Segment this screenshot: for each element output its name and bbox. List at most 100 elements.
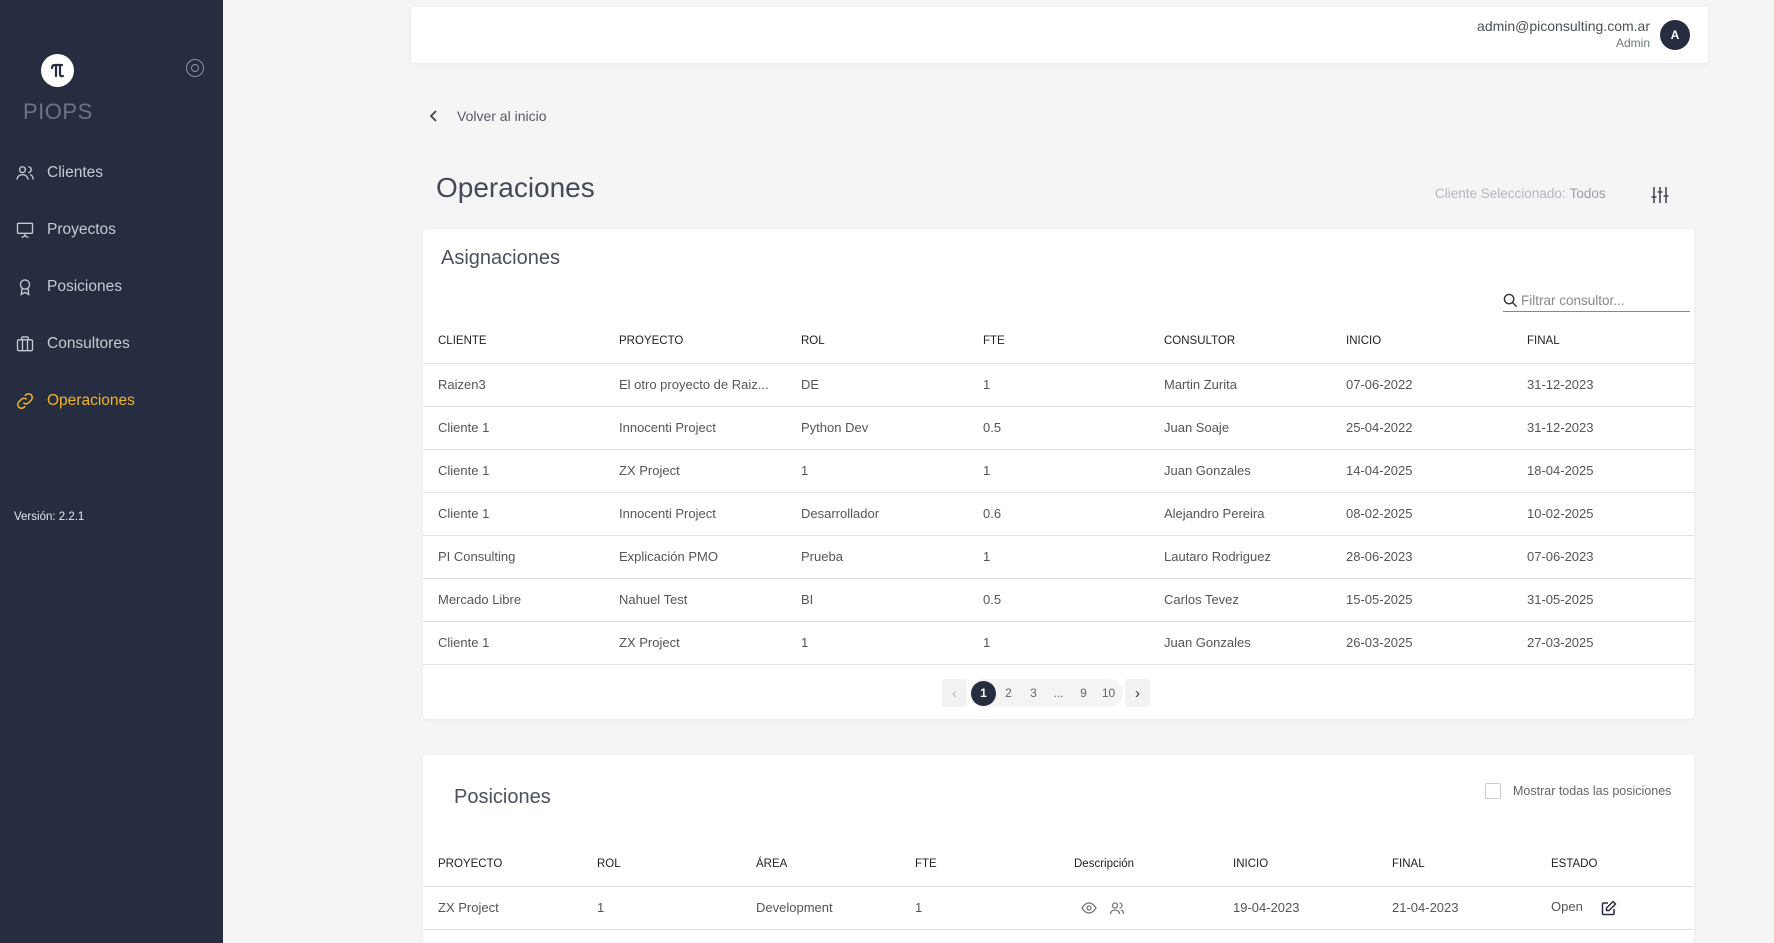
sidebar-item-posiciones[interactable]: Posiciones [0, 258, 223, 315]
cell-inicio: 15-05-2025 [1331, 578, 1512, 622]
cell-consultor: Martin Zurita [1149, 363, 1331, 407]
cell-proyecto: El otro proyecto de Raiz... [604, 363, 786, 407]
sidebar-item-clientes[interactable]: Clientes [0, 144, 223, 201]
cell-fte: 1 [900, 886, 1059, 930]
briefcase-icon [16, 335, 34, 351]
app-version: Versión: 2.2.1 [14, 511, 85, 523]
cell-rol: DE [786, 363, 968, 407]
cell-descripcion [1059, 886, 1218, 930]
cell-proyecto: Innocenti Project [604, 406, 786, 450]
cell-inicio: 19-04-2023 [1218, 886, 1377, 930]
cell-consultor: Juan Gonzales [1149, 621, 1331, 665]
pagination-page-1[interactable]: 1 [971, 680, 996, 706]
cell-rol: Prueba [786, 535, 968, 579]
cell-proyecto: Explicación PMO [604, 535, 786, 579]
pagination-page-9[interactable]: 9 [1071, 681, 1096, 706]
asignaciones-title: Asignaciones [441, 247, 560, 269]
sidebar-item-consultores[interactable]: Consultores [0, 315, 223, 372]
pagination-prev-button[interactable]: ‹ [942, 679, 967, 707]
cell-final: 31-05-2025 [1512, 578, 1694, 622]
cell-rol: 1 [786, 449, 968, 493]
pagination-next-button[interactable]: › [1125, 679, 1150, 707]
logo-icon[interactable] [41, 54, 74, 87]
pagination-pages: 1 2 3 ... 9 10 [969, 679, 1123, 707]
filter-settings-button[interactable] [1649, 184, 1671, 206]
cell-consultor: Lautaro Rodriguez [1149, 535, 1331, 579]
posiciones-table: Proyecto Rol Área FTE Descripción Inicio… [423, 842, 1694, 930]
cell-proyecto: ZX Project [604, 449, 786, 493]
column-header-fte[interactable]: FTE [968, 319, 1149, 364]
column-header-proyecto[interactable]: Proyecto [604, 319, 786, 364]
pagination-ellipsis: ... [1053, 686, 1064, 700]
back-link-label: Volver al inicio [457, 108, 547, 124]
cell-rol: 1 [786, 621, 968, 665]
table-row[interactable]: Cliente 1 Innocenti Project Python Dev 0… [423, 406, 1694, 450]
sidebar-item-operaciones[interactable]: Operaciones [0, 372, 223, 429]
sidebar-item-label: Proyectos [47, 220, 116, 238]
sidebar-item-label: Consultores [47, 334, 130, 352]
show-all-positions-checkbox[interactable] [1485, 783, 1501, 799]
sidebar-item-proyectos[interactable]: Proyectos [0, 201, 223, 258]
top-header: admin@piconsulting.com.ar Admin A [411, 7, 1708, 63]
search-icon [1503, 293, 1518, 308]
cell-inicio: 26-03-2025 [1331, 621, 1512, 665]
column-header-fte[interactable]: FTE [900, 842, 1059, 887]
table-header-row: Proyecto Rol Área FTE Descripción Inicio… [423, 842, 1694, 887]
cell-fte: 1 [968, 621, 1149, 665]
cell-rol: BI [786, 578, 968, 622]
table-row[interactable]: Cliente 1 ZX Project 1 1 Juan Gonzales 1… [423, 449, 1694, 493]
eye-icon[interactable] [1081, 900, 1097, 916]
pagination-page-3[interactable]: 3 [1021, 681, 1046, 706]
pagination-page-10[interactable]: 10 [1096, 681, 1121, 706]
column-header-estado[interactable]: Estado [1536, 842, 1694, 887]
column-header-proyecto[interactable]: Proyecto [423, 842, 582, 887]
cell-area: Development [741, 886, 900, 930]
cell-final: 10-02-2025 [1512, 492, 1694, 536]
table-row[interactable]: Cliente 1 Innocenti Project Desarrollado… [423, 492, 1694, 536]
column-header-inicio[interactable]: Inicio [1331, 319, 1512, 364]
chevron-left-icon [429, 110, 437, 122]
cell-inicio: 08-02-2025 [1331, 492, 1512, 536]
asignaciones-card: Asignaciones Cliente Proyecto Rol FTE Co… [423, 229, 1694, 719]
sidebar-toggle-button[interactable] [186, 59, 204, 77]
award-icon [19, 278, 31, 296]
show-all-positions-label: Mostrar todas las posiciones [1513, 784, 1672, 798]
table-row[interactable]: Raizen3 El otro proyecto de Raiz... DE 1… [423, 363, 1694, 407]
page-title: Operaciones [436, 172, 595, 203]
cell-proyecto: ZX Project [423, 886, 582, 930]
column-header-final[interactable]: Final [1512, 319, 1694, 364]
back-link[interactable]: Volver al inicio [427, 108, 547, 124]
column-header-inicio[interactable]: Inicio [1218, 842, 1377, 887]
cell-cliente: Raizen3 [423, 363, 604, 407]
cell-fte: 0.5 [968, 578, 1149, 622]
pagination-page-2[interactable]: 2 [996, 681, 1021, 706]
cell-cliente: Cliente 1 [423, 621, 604, 665]
cell-final: 27-03-2025 [1512, 621, 1694, 665]
table-row[interactable]: ZX Project 1 Development 1 19-04-2023 21… [423, 886, 1694, 930]
column-header-cliente[interactable]: Cliente [423, 319, 604, 364]
column-header-final[interactable]: Final [1377, 842, 1536, 887]
users-icon[interactable] [1109, 900, 1125, 916]
pagination: ‹ 1 2 3 ... 9 10 › [942, 679, 1150, 707]
cell-final: 31-12-2023 [1512, 363, 1694, 407]
cell-fte: 0.6 [968, 492, 1149, 536]
sidebar-item-label: Posiciones [47, 277, 122, 295]
table-row[interactable]: PI Consulting Explicación PMO Prueba 1 L… [423, 535, 1694, 579]
column-header-rol[interactable]: Rol [582, 842, 741, 887]
cell-fte: 1 [968, 363, 1149, 407]
users-icon [16, 165, 34, 180]
column-header-area[interactable]: Área [741, 842, 900, 887]
edit-icon[interactable] [1601, 900, 1617, 916]
table-row[interactable]: Mercado Libre Nahuel Test BI 0.5 Carlos … [423, 578, 1694, 622]
column-header-consultor[interactable]: Consultor [1149, 319, 1331, 364]
app-logo-text: PIOPS [23, 99, 93, 124]
consultant-search-input[interactable] [1521, 293, 1681, 308]
show-all-positions-toggle: Mostrar todas las posiciones [1485, 783, 1671, 799]
cell-proyecto: Innocenti Project [604, 492, 786, 536]
table-row[interactable]: Cliente 1 ZX Project 1 1 Juan Gonzales 2… [423, 621, 1694, 665]
cell-fte: 1 [968, 449, 1149, 493]
sliders-icon [1651, 187, 1669, 203]
avatar[interactable]: A [1660, 20, 1690, 50]
cell-cliente: Cliente 1 [423, 492, 604, 536]
column-header-rol[interactable]: Rol [786, 319, 968, 364]
